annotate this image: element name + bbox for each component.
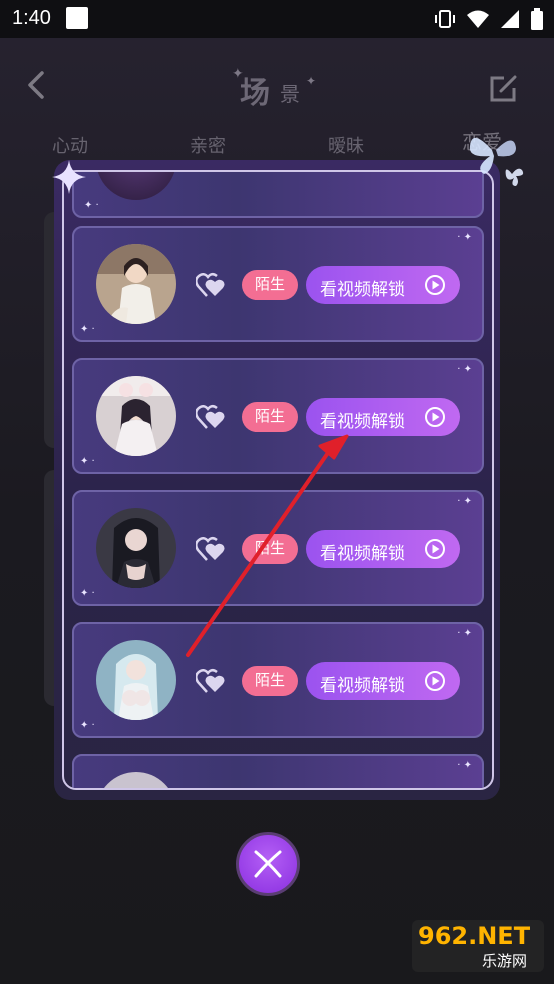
heart-icon[interactable] <box>196 272 226 298</box>
unlock-button-label: 看视频解锁 <box>320 412 405 431</box>
back-icon[interactable] <box>22 70 52 100</box>
watch-video-unlock-button[interactable]: 看视频解锁 <box>306 530 460 568</box>
sparkle-icon: · ✦ <box>457 760 472 771</box>
edit-icon[interactable] <box>488 72 520 104</box>
watermark-logo: 962.NET 乐游网 <box>410 912 546 976</box>
unlock-button-label: 看视频解锁 <box>320 280 405 299</box>
sparkle-icon: ✦ <box>306 74 317 88</box>
title-main: 场 <box>240 76 270 111</box>
sparkle-icon: · ✦ <box>457 496 472 507</box>
avatar[interactable] <box>96 376 176 456</box>
battery-icon <box>531 8 543 30</box>
sparkle-icon: · ✦ <box>457 232 472 243</box>
tab-xindong[interactable]: 心动 <box>52 132 88 158</box>
avatar[interactable] <box>96 640 176 720</box>
unlock-button-label: 看视频解锁 <box>320 676 405 695</box>
unlock-button-label: 看视频解锁 <box>320 544 405 563</box>
list-item: ✦ · <box>72 172 484 218</box>
status-badge: 陌生 <box>242 270 298 300</box>
list-item: 陌生 看视频解锁 · ✦ ✦ · <box>72 358 484 474</box>
sparkle-icon: ✦ · <box>80 456 95 467</box>
list-item: 陌生 看视频解锁 · ✦ ✦ · <box>72 226 484 342</box>
sparkle-icon: · ✦ <box>457 364 472 375</box>
status-icons <box>434 8 544 30</box>
sparkle-icon: ✦ · <box>80 588 95 599</box>
title-sub: 景 <box>280 82 300 106</box>
play-icon <box>425 671 445 691</box>
avatar <box>96 772 176 788</box>
scene-unlock-dialog: ✦ · 陌生 看视频解锁 · ✦ ✦ · 陌生 看视频解锁 · ✦ ✦ · 陌生… <box>52 160 500 800</box>
avatar <box>96 172 176 200</box>
status-badge: 陌生 <box>242 666 298 696</box>
close-button[interactable] <box>236 832 300 896</box>
play-icon <box>425 275 445 295</box>
avatar[interactable] <box>96 244 176 324</box>
heart-icon[interactable] <box>196 536 226 562</box>
heart-icon[interactable] <box>196 404 226 430</box>
sparkle-icon: ✦ · <box>84 200 99 211</box>
play-icon <box>425 539 445 559</box>
notification-icon <box>66 7 88 29</box>
tab-qinmi[interactable]: 亲密 <box>190 132 226 158</box>
list-item: · ✦ <box>72 754 484 788</box>
list-item: 陌生 看视频解锁 · ✦ ✦ · <box>72 490 484 606</box>
status-badge: 陌生 <box>242 402 298 432</box>
watermark-bottom: 乐游网 <box>482 952 527 970</box>
heart-icon[interactable] <box>196 668 226 694</box>
list-item: 陌生 看视频解锁 · ✦ ✦ · <box>72 622 484 738</box>
vibrate-icon <box>435 10 455 28</box>
status-time: 1:40 <box>12 7 51 29</box>
sparkle-icon <box>52 160 86 194</box>
close-icon <box>254 850 282 878</box>
avatar[interactable] <box>96 508 176 588</box>
watch-video-unlock-button[interactable]: 看视频解锁 <box>306 266 460 304</box>
dialog-list: ✦ · 陌生 看视频解锁 · ✦ ✦ · 陌生 看视频解锁 · ✦ ✦ · 陌生… <box>62 170 494 790</box>
play-icon <box>425 407 445 427</box>
watch-video-unlock-button[interactable]: 看视频解锁 <box>306 398 460 436</box>
status-bar: 1:40 <box>0 0 554 38</box>
watch-video-unlock-button[interactable]: 看视频解锁 <box>306 662 460 700</box>
sparkle-icon: · ✦ <box>457 628 472 639</box>
status-badge: 陌生 <box>242 534 298 564</box>
signal-icon <box>501 10 519 28</box>
sparkle-icon: ✦ · <box>80 324 95 335</box>
butterfly-icon <box>469 137 524 186</box>
wifi-icon <box>467 10 489 28</box>
watermark-top: 962.NET <box>418 922 531 950</box>
page-title: ✦ 场 景 ✦ <box>218 66 338 111</box>
sparkle-icon: ✦ · <box>80 720 95 731</box>
tab-aimei[interactable]: 暧昧 <box>328 132 364 158</box>
